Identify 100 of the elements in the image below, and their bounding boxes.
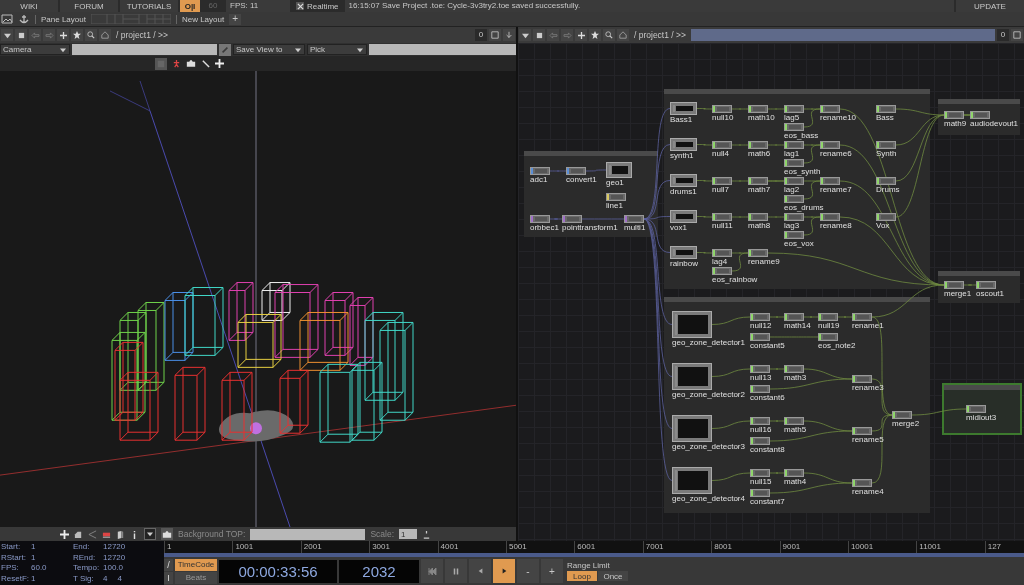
bookmark-button[interactable] bbox=[589, 29, 601, 41]
operator-node[interactable] bbox=[750, 469, 770, 477]
operator-node[interactable] bbox=[670, 174, 697, 187]
operator-node[interactable] bbox=[670, 102, 697, 115]
pick-field[interactable] bbox=[369, 44, 516, 55]
operator-node[interactable] bbox=[566, 167, 586, 175]
operator-node[interactable] bbox=[530, 167, 550, 175]
operator-node[interactable] bbox=[670, 138, 697, 151]
camera-dropdown[interactable]: Camera bbox=[0, 44, 70, 55]
bookmark-button[interactable] bbox=[71, 29, 83, 41]
maximize-button[interactable] bbox=[1011, 29, 1023, 41]
operator-node[interactable] bbox=[784, 417, 804, 425]
operator-node[interactable] bbox=[820, 105, 840, 113]
operator-node[interactable] bbox=[712, 105, 732, 113]
update-button[interactable]: UPDATE bbox=[956, 0, 1024, 12]
operator-node[interactable] bbox=[784, 213, 804, 221]
maximize-button[interactable] bbox=[489, 29, 501, 41]
operator-node[interactable] bbox=[818, 333, 838, 341]
image-icon[interactable] bbox=[1, 14, 13, 24]
save-view-dropdown[interactable]: Save View to bbox=[233, 44, 305, 55]
menu-button[interactable] bbox=[519, 29, 531, 41]
operator-node[interactable] bbox=[784, 313, 804, 321]
cube-icon[interactable] bbox=[116, 529, 126, 539]
setting-value[interactable]: 60.0 bbox=[31, 563, 47, 574]
time-mode-button[interactable]: Beats bbox=[175, 571, 217, 584]
operator-node[interactable] bbox=[530, 215, 550, 223]
side-button[interactable]: / bbox=[164, 558, 173, 571]
operator-node[interactable] bbox=[820, 213, 840, 221]
path-field[interactable] bbox=[691, 29, 995, 41]
pause-button[interactable] bbox=[445, 559, 467, 583]
operator-node[interactable] bbox=[672, 415, 712, 442]
setting-value[interactable]: 100.0 bbox=[103, 563, 124, 574]
add-layout-button[interactable]: + bbox=[229, 13, 242, 25]
operator-node[interactable] bbox=[784, 231, 804, 239]
operator-node[interactable] bbox=[820, 177, 840, 185]
operator-node[interactable] bbox=[852, 427, 872, 435]
perform-toggle[interactable]: O|I bbox=[180, 0, 200, 12]
stop-button[interactable] bbox=[15, 29, 27, 41]
timecode-display[interactable]: 00:00:33:56 bbox=[219, 559, 337, 583]
operator-node[interactable] bbox=[784, 123, 804, 131]
operator-node[interactable] bbox=[712, 213, 732, 221]
setting-value[interactable]: 1 bbox=[31, 552, 36, 563]
operator-node[interactable] bbox=[976, 281, 996, 289]
viewport-drawing[interactable] bbox=[0, 71, 516, 527]
operator-node[interactable] bbox=[784, 177, 804, 185]
operator-node[interactable] bbox=[670, 246, 697, 259]
network-path[interactable]: / project1 / >> bbox=[113, 30, 171, 40]
anchor-icon[interactable] bbox=[18, 14, 30, 24]
add-button[interactable] bbox=[57, 29, 69, 41]
menu-link[interactable]: TUTORIALS bbox=[120, 0, 178, 12]
side-button[interactable]: I bbox=[164, 571, 173, 584]
setting-value[interactable]: 1 bbox=[31, 542, 36, 553]
camera-icon[interactable] bbox=[186, 59, 196, 68]
dropdown-button[interactable] bbox=[144, 528, 157, 540]
operator-node[interactable] bbox=[784, 365, 804, 373]
operator-node[interactable] bbox=[624, 215, 644, 223]
step-button[interactable]: + bbox=[541, 559, 563, 583]
operator-node[interactable] bbox=[750, 365, 770, 373]
operator-node[interactable] bbox=[750, 385, 770, 393]
add-button[interactable] bbox=[575, 29, 587, 41]
home-button[interactable] bbox=[99, 29, 111, 41]
pin-button[interactable] bbox=[503, 29, 515, 41]
operator-node[interactable] bbox=[750, 333, 770, 341]
operator-node[interactable] bbox=[748, 177, 768, 185]
setting-value[interactable]: 4 bbox=[117, 573, 122, 584]
operator-node[interactable] bbox=[748, 213, 768, 221]
operator-node[interactable] bbox=[944, 281, 964, 289]
operator-node[interactable] bbox=[876, 141, 896, 149]
operator-node[interactable] bbox=[966, 405, 986, 413]
operator-node[interactable] bbox=[784, 141, 804, 149]
operator-node[interactable] bbox=[712, 141, 732, 149]
operator-node[interactable] bbox=[712, 267, 732, 275]
setting-value[interactable]: 12720 bbox=[103, 552, 126, 563]
operator-node[interactable] bbox=[562, 215, 582, 223]
operator-node[interactable] bbox=[670, 210, 697, 223]
search-button[interactable] bbox=[85, 29, 97, 41]
operator-node[interactable] bbox=[672, 311, 712, 338]
operator-node[interactable] bbox=[748, 141, 768, 149]
operator-node[interactable] bbox=[944, 111, 964, 119]
home-button[interactable] bbox=[617, 29, 629, 41]
operator-node[interactable] bbox=[712, 249, 732, 257]
operator-node[interactable] bbox=[606, 162, 632, 178]
operator-node[interactable] bbox=[750, 313, 770, 321]
operator-node[interactable] bbox=[784, 159, 804, 167]
setting-value[interactable]: 1 bbox=[31, 573, 36, 584]
operator-node[interactable] bbox=[750, 437, 770, 445]
setting-value[interactable]: 12720 bbox=[103, 542, 126, 553]
realtime-checkbox[interactable] bbox=[296, 2, 304, 10]
plus-icon[interactable] bbox=[60, 529, 70, 539]
operator-node[interactable] bbox=[876, 177, 896, 185]
operator-node[interactable] bbox=[672, 467, 712, 494]
operator-node[interactable] bbox=[852, 375, 872, 383]
operator-node[interactable] bbox=[852, 313, 872, 321]
operator-node[interactable] bbox=[750, 489, 770, 497]
image-button[interactable] bbox=[161, 528, 174, 540]
operator-node[interactable] bbox=[876, 105, 896, 113]
operator-node[interactable] bbox=[606, 193, 626, 201]
operator-node[interactable] bbox=[712, 177, 732, 185]
operator-node[interactable] bbox=[784, 469, 804, 477]
operator-node[interactable] bbox=[820, 141, 840, 149]
